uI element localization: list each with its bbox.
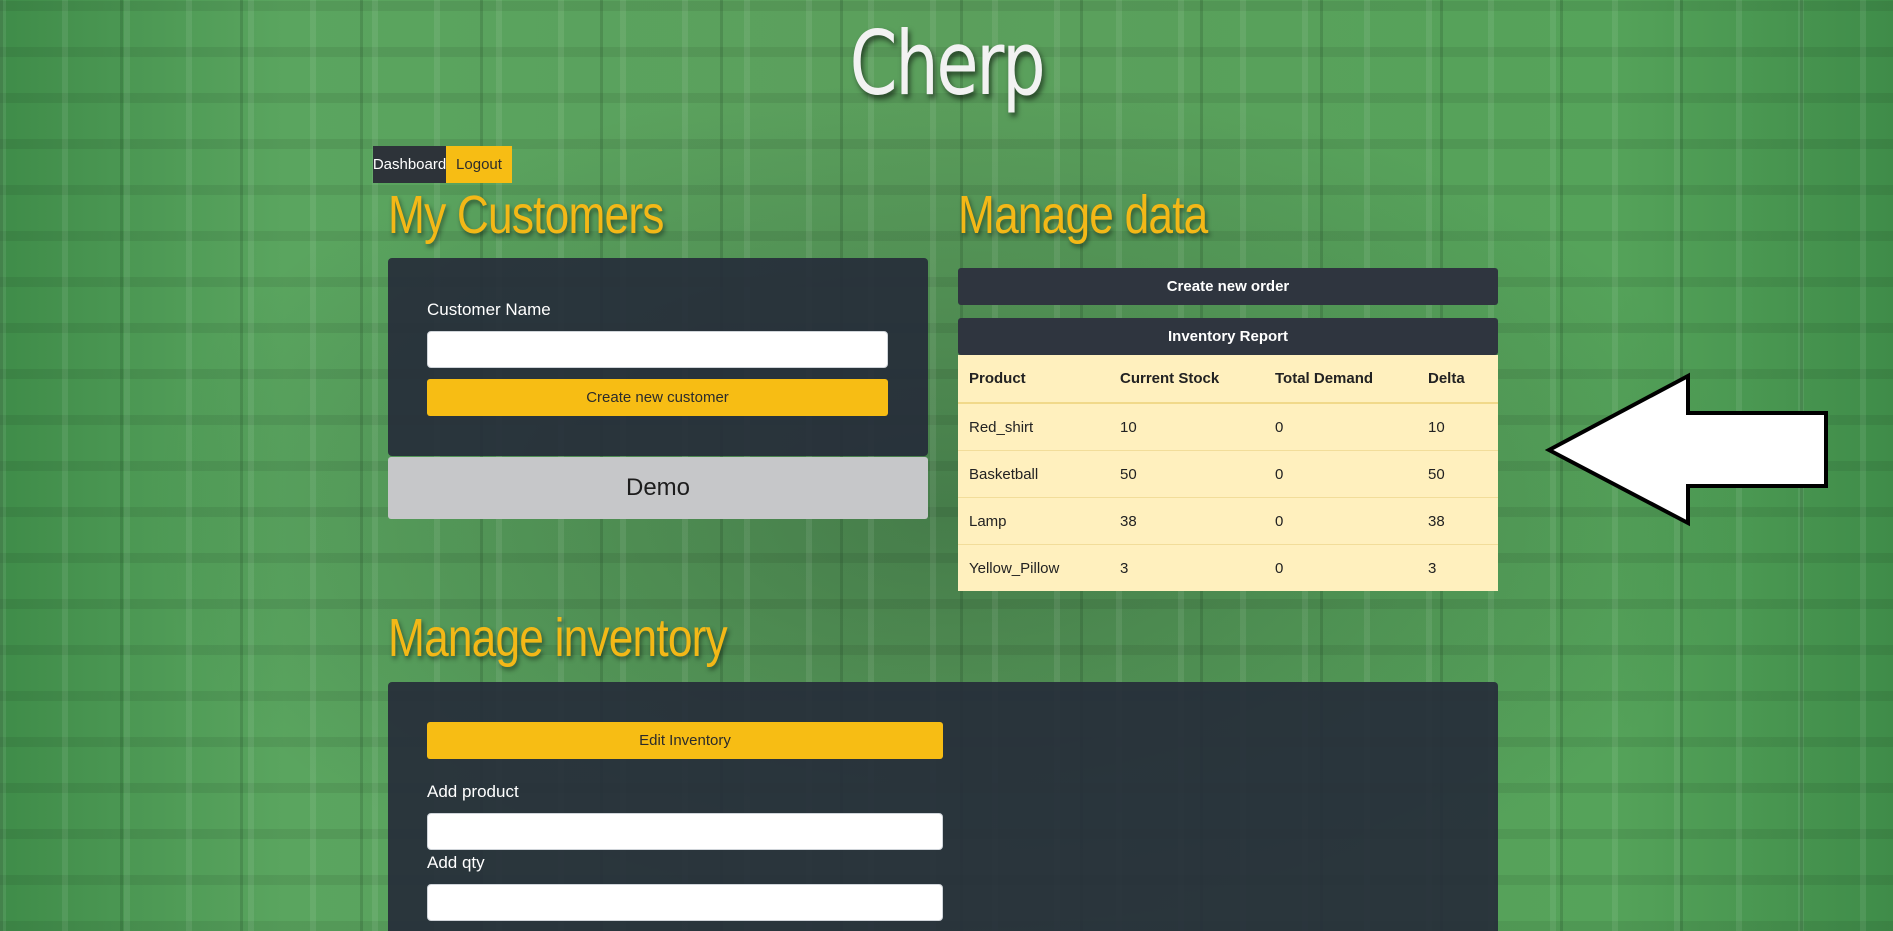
table-cell: Yellow_Pillow [969, 559, 1060, 577]
add-qty-label: Add qty [427, 853, 485, 872]
table-cell: Lamp [958, 497, 1109, 545]
table-cell: 3 [1428, 559, 1437, 577]
add-product-label: Add product [427, 782, 519, 801]
table-cell: 10 [1109, 403, 1264, 451]
add-product-input[interactable] [427, 813, 943, 850]
left-arrow-icon [1545, 372, 1828, 527]
table-row: Basketball 50 0 50 [958, 450, 1498, 498]
table-row: Lamp 38 0 38 [958, 497, 1498, 545]
table-cell: Basketball [958, 450, 1109, 498]
table-cell: Red_shirt [958, 403, 1109, 451]
app-title: Cherp [849, 12, 1046, 115]
table-header-row: Product Current Stock Total Demand Delta [958, 355, 1498, 404]
top-nav: Dashboard Logout [373, 146, 512, 183]
table-cell: 10 [1417, 403, 1498, 451]
table-cell: 0 [1275, 559, 1284, 577]
manage-data-heading: Manage data [958, 185, 1208, 245]
table-cell: 50 [1417, 450, 1498, 498]
table-cell: 3 [1120, 559, 1129, 577]
customer-name-label: Customer Name [427, 300, 551, 319]
customer-list-item[interactable]: Demo [388, 457, 928, 519]
table-cell: 50 [1109, 450, 1264, 498]
customer-name-input[interactable] [427, 331, 888, 368]
create-order-button[interactable]: Create new order [958, 268, 1498, 305]
table-cell: 0 [1264, 450, 1417, 498]
create-customer-button[interactable]: Create new customer [427, 379, 888, 416]
inventory-heading: Manage inventory [388, 608, 728, 668]
add-qty-input[interactable] [427, 884, 943, 921]
table-cell: 38 [1417, 497, 1498, 545]
customers-heading: My Customers [388, 185, 664, 245]
table-cell: 0 [1264, 497, 1417, 545]
logout-button[interactable]: Logout [446, 146, 512, 183]
column-header: Delta [1417, 355, 1498, 404]
inventory-report-button[interactable]: Inventory Report [958, 318, 1498, 355]
inventory-report-table: Product Current Stock Total Demand Delta… [958, 355, 1498, 591]
column-header: Current Stock [1109, 355, 1264, 404]
column-header: Product [958, 355, 1109, 404]
table-cell: 0 [1264, 403, 1417, 451]
table-row: Yellow_Pillow 3 0 3 [958, 545, 1498, 592]
edit-inventory-button[interactable]: Edit Inventory [427, 722, 943, 759]
table-cell: 38 [1109, 497, 1264, 545]
table-row: Red_shirt 10 0 10 [958, 403, 1498, 451]
dashboard-button[interactable]: Dashboard [373, 146, 446, 183]
column-header: Total Demand [1264, 355, 1417, 404]
